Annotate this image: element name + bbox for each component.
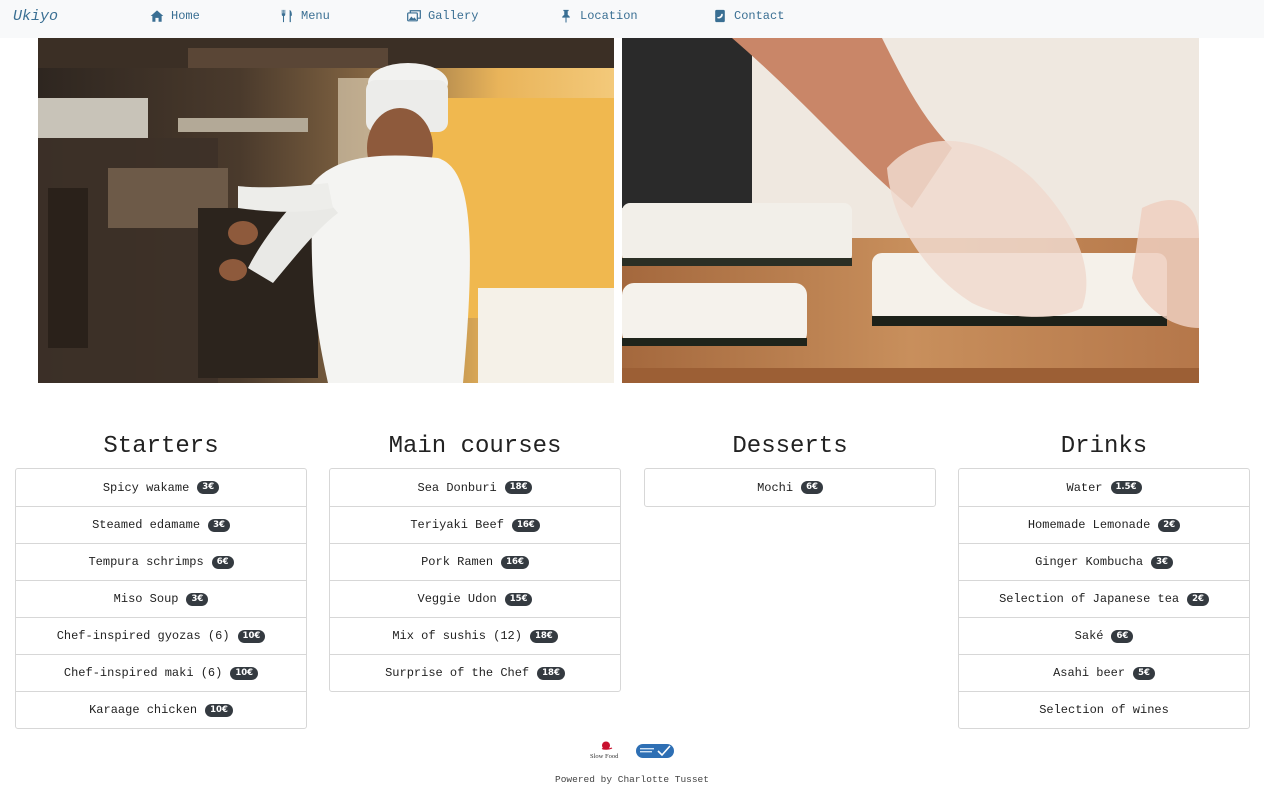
menu-item: Pork Ramen 16€ bbox=[330, 543, 620, 580]
desserts-list: Mochi 6€ bbox=[644, 468, 936, 507]
svg-text:Slow Food: Slow Food bbox=[590, 753, 619, 760]
menu-item-name: Selection of wines bbox=[1039, 703, 1169, 717]
pin-icon bbox=[559, 9, 573, 23]
navbar: Ukiyo Home Menu Gallery Location Contact bbox=[0, 0, 1264, 38]
price-badge: 10€ bbox=[230, 666, 259, 680]
price-badge: 2€ bbox=[1187, 592, 1209, 606]
desserts-section: Desserts Mochi 6€ bbox=[644, 432, 936, 507]
drinks-section: Drinks Water 1.5€ Homemade Lemonade 2€ Ginge… bbox=[958, 432, 1250, 729]
sushi-rolling-photo bbox=[622, 38, 1199, 383]
menu-item: Chef-inspired maki (6) 10€ bbox=[16, 654, 306, 691]
nav-home-link[interactable]: Home bbox=[150, 9, 200, 23]
menu-item: Mochi 6€ bbox=[645, 469, 935, 506]
price-badge: 3€ bbox=[208, 518, 230, 532]
menu-item-name: Chef-inspired maki (6) bbox=[63, 666, 223, 680]
nav-menu-link[interactable]: Menu bbox=[280, 9, 330, 23]
nav-location-link[interactable]: Location bbox=[559, 9, 638, 23]
brand-link[interactable]: Ukiyo bbox=[13, 8, 58, 25]
price-badge: 16€ bbox=[511, 518, 540, 532]
gallery-icon bbox=[407, 9, 421, 23]
nav-gallery-link[interactable]: Gallery bbox=[407, 9, 478, 23]
price-badge: 18€ bbox=[529, 629, 558, 643]
menu-item-name: Sea Donburi bbox=[417, 480, 497, 495]
drinks-title: Drinks bbox=[1060, 433, 1148, 460]
price-badge: 3€ bbox=[197, 481, 220, 494]
footer-credit: Powered by Charlotte Tusset bbox=[555, 774, 709, 785]
menu-item-name: Veggie Udon bbox=[417, 592, 497, 606]
menu-item-name: Teriyaki Beef bbox=[410, 518, 504, 532]
drinks-list: Water 1.5€ Homemade Lemonade 2€ Ginger Kombu… bbox=[958, 468, 1250, 729]
nav-menu-label: Menu bbox=[301, 9, 330, 23]
menu-item: Surprise of the Chef 18€ bbox=[330, 654, 620, 691]
price-badge: 3€ bbox=[1151, 555, 1173, 569]
menu-item-name: Homemade Lemonade bbox=[1027, 518, 1151, 532]
nav-home-label: Home bbox=[171, 9, 200, 23]
price-badge: 18€ bbox=[537, 666, 565, 680]
menu-item: Homemade Lemonade 2€ bbox=[959, 506, 1249, 543]
menu-item-name: Selection of Japanese tea bbox=[999, 592, 1180, 606]
menu-item-name: Mix of sushis (12) bbox=[392, 629, 522, 643]
starters-section: Starters Spicy wakame 3€ Steamed edamame 3€… bbox=[15, 432, 307, 729]
menu-item: Steamed edamame 3€ bbox=[16, 506, 306, 543]
nav-location-label: Location bbox=[580, 9, 638, 23]
menu-item: Water 1.5€ bbox=[959, 469, 1249, 506]
menu-item-name: Water bbox=[1066, 480, 1103, 495]
price-badge: 15€ bbox=[504, 592, 533, 606]
menu-item-name: Surprise of the Chef bbox=[385, 666, 530, 680]
menu-item: Selection of wines bbox=[959, 691, 1249, 728]
nav-gallery-label: Gallery bbox=[428, 9, 479, 23]
chef-photo bbox=[38, 38, 614, 383]
price-badge: 6€ bbox=[211, 555, 234, 569]
footer-logos: Slow Food bbox=[590, 740, 680, 762]
menu-item-name: Saké bbox=[1074, 629, 1104, 643]
menu-item: Spicy wakame 3€ bbox=[16, 469, 306, 506]
menu-item-name: Ginger Kombucha bbox=[1035, 555, 1144, 569]
desserts-title: Desserts bbox=[732, 433, 848, 460]
price-badge: 10€ bbox=[237, 629, 266, 643]
mains-title: Main courses bbox=[388, 433, 562, 460]
menu-item: Karaage chicken 10€ bbox=[16, 691, 306, 728]
mains-list: Sea Donburi 18€ Teriyaki Beef 16€ Pork Ramen… bbox=[329, 468, 621, 692]
menu-item-name: Chef-inspired gyozas (6) bbox=[56, 629, 230, 643]
menu-item-name: Mochi bbox=[757, 480, 794, 495]
price-badge: 18€ bbox=[504, 481, 533, 494]
price-badge: 2€ bbox=[1158, 518, 1181, 532]
price-badge: 5€ bbox=[1133, 666, 1155, 680]
msc-logo bbox=[636, 744, 674, 758]
home-icon bbox=[150, 9, 164, 23]
menu-item: Mix of sushis (12) 18€ bbox=[330, 617, 620, 654]
price-badge: 3€ bbox=[186, 592, 209, 606]
menu-item: Chef-inspired gyozas (6) 10€ bbox=[16, 617, 306, 654]
menu-item: Asahi beer 5€ bbox=[959, 654, 1249, 691]
menu-item: Ginger Kombucha 3€ bbox=[959, 543, 1249, 580]
menu-item: Saké 6€ bbox=[959, 617, 1249, 654]
price-badge: 16€ bbox=[501, 555, 529, 569]
menu-item: Veggie Udon 15€ bbox=[330, 580, 620, 617]
price-badge: 10€ bbox=[205, 703, 233, 717]
mains-section: Main courses Sea Donburi 18€ Teriyaki Beef… bbox=[329, 432, 621, 692]
starters-list: Spicy wakame 3€ Steamed edamame 3€ Tempura s… bbox=[15, 468, 307, 729]
menu-item: Teriyaki Beef 16€ bbox=[330, 506, 620, 543]
menu-item: Selection of Japanese tea 2€ bbox=[959, 580, 1249, 617]
nav-contact-link[interactable]: Contact bbox=[713, 9, 784, 23]
cutlery-icon bbox=[280, 9, 294, 23]
menu-item: Tempura schrimps 6€ bbox=[16, 543, 306, 580]
price-badge: 6€ bbox=[1111, 629, 1134, 643]
price-badge: 6€ bbox=[801, 481, 823, 494]
menu-item-name: Tempura schrimps bbox=[88, 555, 204, 569]
menu-item-name: Pork Ramen bbox=[421, 555, 494, 569]
menu-item-name: Spicy wakame bbox=[102, 480, 190, 495]
contact-icon bbox=[713, 9, 727, 23]
price-badge: 1.5€ bbox=[1110, 481, 1142, 494]
menu-item-name: Karaage chicken bbox=[89, 703, 198, 717]
menu-item-name: Steamed edamame bbox=[92, 518, 201, 532]
menu-item: Sea Donburi 18€ bbox=[330, 469, 620, 506]
menu-item-name: Miso Soup bbox=[113, 592, 179, 606]
nav-contact-label: Contact bbox=[734, 9, 785, 23]
menu-item: Miso Soup 3€ bbox=[16, 580, 306, 617]
menu-item-name: Asahi beer bbox=[1053, 666, 1126, 680]
slow-food-logo: Slow Food bbox=[590, 741, 619, 760]
starters-title: Starters bbox=[103, 433, 219, 460]
